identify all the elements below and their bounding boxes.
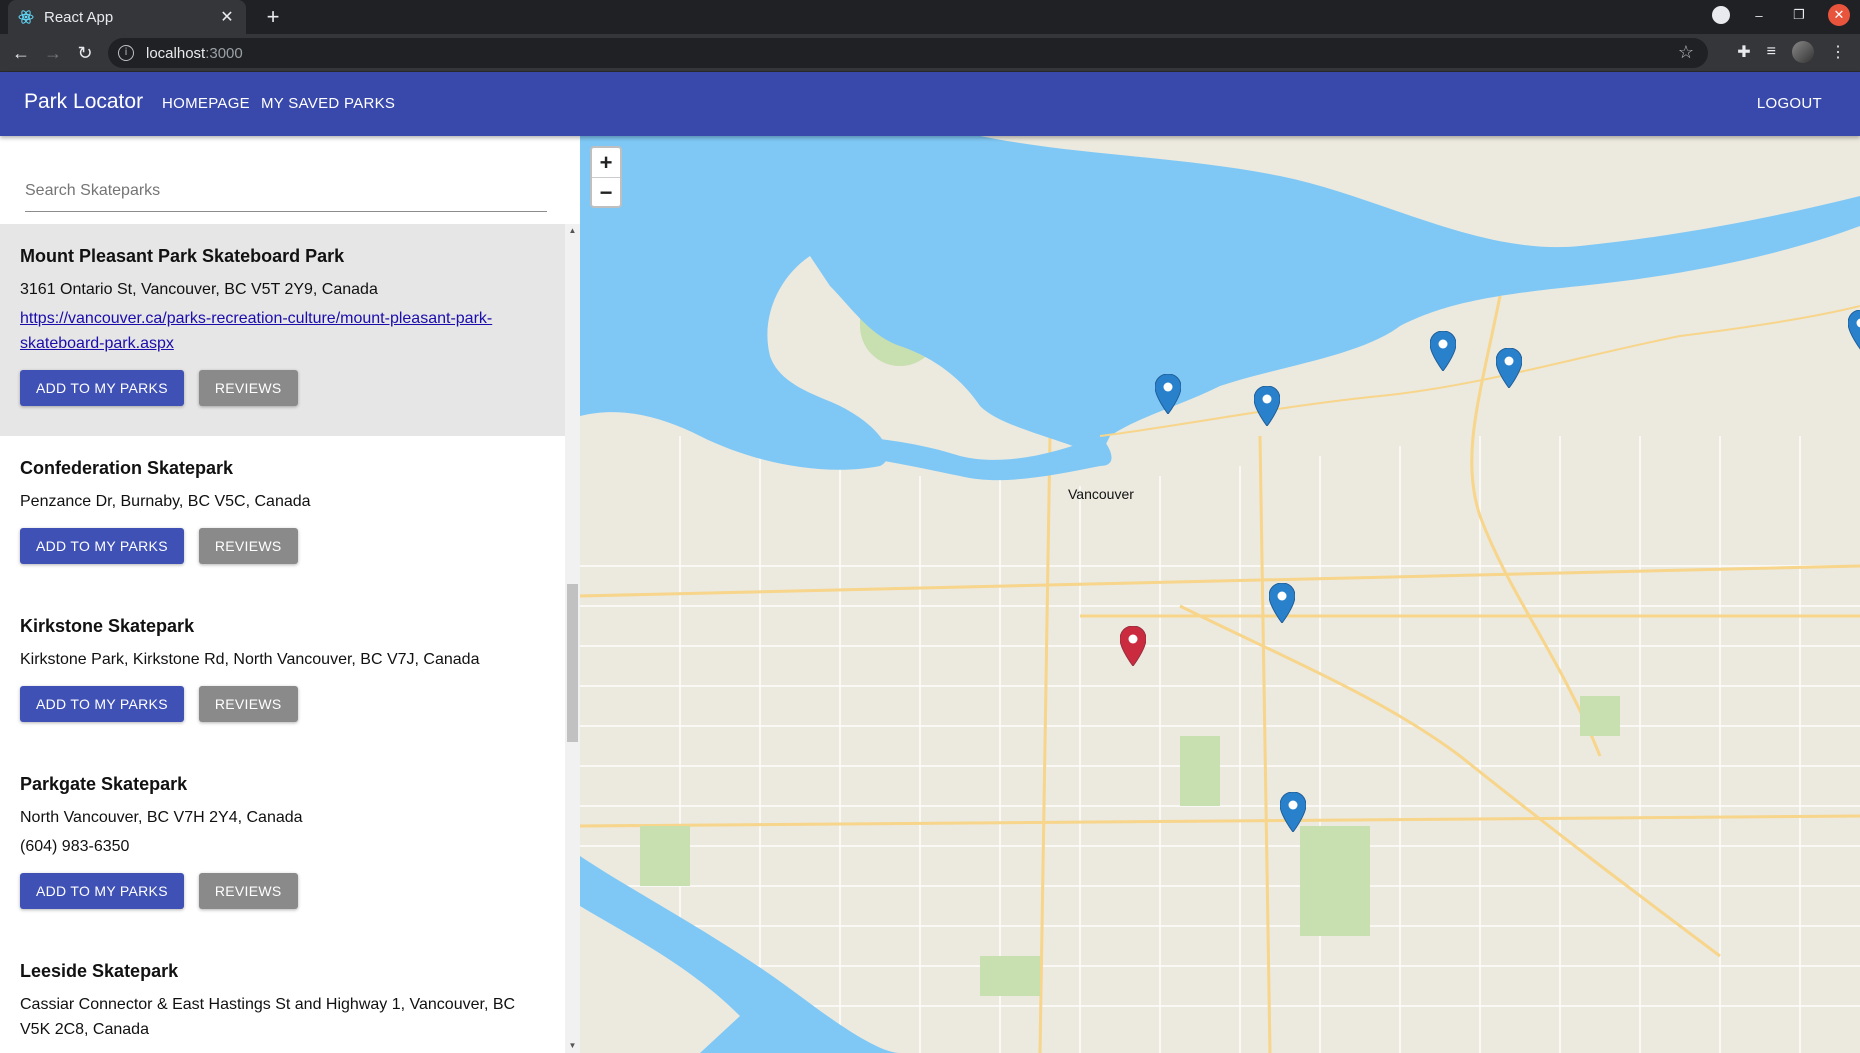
forward-icon[interactable]: → xyxy=(42,42,64,64)
reviews-button[interactable]: REVIEWS xyxy=(198,873,298,909)
close-tab-icon[interactable]: ✕ xyxy=(218,7,236,27)
map[interactable]: Vancouver + − xyxy=(580,136,1860,1053)
nav-my-saved-parks[interactable]: MY SAVED PARKS xyxy=(261,95,395,112)
park-name: Parkgate Skatepark xyxy=(20,774,188,794)
zoom-control: + − xyxy=(590,146,622,208)
react-icon xyxy=(18,9,34,25)
list-scrollbar[interactable]: ▲ ▼ xyxy=(565,224,580,1053)
map-tiles xyxy=(580,136,1860,1053)
park-list-item[interactable]: Mount Pleasant Park Skateboard Park 3161… xyxy=(0,224,565,436)
park-list-item[interactable]: Confederation Skatepark Penzance Dr, Bur… xyxy=(0,436,565,594)
tab-search-icon[interactable] xyxy=(1712,6,1730,24)
map-marker-blue[interactable] xyxy=(1254,386,1280,426)
map-marker-blue[interactable] xyxy=(1848,310,1860,350)
map-marker-red-selected[interactable] xyxy=(1120,626,1146,666)
park-list[interactable]: Mount Pleasant Park Skateboard Park 3161… xyxy=(0,224,565,1053)
browser-toolbar: ← → ↻ i localhost:3000 ☆ ✚ ≡ ⋮ xyxy=(0,34,1860,72)
park-name: Kirkstone Skatepark xyxy=(20,616,195,636)
extension-icons: ✚ ≡ ⋮ xyxy=(1737,41,1846,63)
scroll-down-icon[interactable]: ▼ xyxy=(565,1039,580,1053)
new-tab-icon[interactable]: + xyxy=(260,4,286,30)
zoom-out-button[interactable]: − xyxy=(592,177,620,206)
park-address: Kirkstone Park, Kirkstone Rd, North Vanc… xyxy=(20,651,480,668)
map-city-label: Vancouver xyxy=(1068,486,1134,502)
map-marker-blue[interactable] xyxy=(1430,331,1456,371)
address-bar[interactable]: i localhost:3000 ☆ xyxy=(108,38,1708,68)
add-to-my-parks-button[interactable]: ADD TO MY PARKS xyxy=(20,686,184,722)
tab-title: React App xyxy=(44,8,114,26)
logout-button[interactable]: LOGOUT xyxy=(1757,95,1822,112)
map-marker-blue[interactable] xyxy=(1496,348,1522,388)
scroll-thumb[interactable] xyxy=(567,584,578,742)
reload-icon[interactable]: ↻ xyxy=(74,42,96,64)
minimize-icon[interactable]: – xyxy=(1748,4,1770,26)
reviews-button[interactable]: REVIEWS xyxy=(198,370,298,406)
extensions-icon[interactable]: ✚ xyxy=(1737,42,1750,62)
add-to-my-parks-button[interactable]: ADD TO MY PARKS xyxy=(20,873,184,909)
add-to-my-parks-button[interactable]: ADD TO MY PARKS xyxy=(20,528,184,564)
park-list-item[interactable]: Leeside Skatepark Cassiar Connector & Ea… xyxy=(0,939,565,1053)
reviews-button[interactable]: REVIEWS xyxy=(198,528,298,564)
park-list-item[interactable]: Parkgate Skatepark North Vancouver, BC V… xyxy=(0,752,565,939)
add-to-my-parks-button[interactable]: ADD TO MY PARKS xyxy=(20,370,184,406)
profile-avatar[interactable] xyxy=(1792,41,1814,63)
browser-tab[interactable]: React App ✕ xyxy=(8,0,246,34)
browser-menu-icon[interactable]: ⋮ xyxy=(1830,42,1846,62)
bookmark-star-icon[interactable]: ☆ xyxy=(1678,42,1694,63)
park-list-item[interactable]: Kirkstone Skatepark Kirkstone Park, Kirk… xyxy=(0,594,565,752)
nav-homepage[interactable]: HOMEPAGE xyxy=(162,95,250,112)
url-host: localhost xyxy=(146,44,206,62)
app-bar: Park Locator HOMEPAGE MY SAVED PARKS LOG… xyxy=(0,72,1860,136)
park-name: Leeside Skatepark xyxy=(20,961,179,981)
restore-icon[interactable]: ❐ xyxy=(1788,4,1810,26)
map-marker-blue[interactable] xyxy=(1269,583,1295,623)
map-marker-blue[interactable] xyxy=(1280,792,1306,832)
scroll-up-icon[interactable]: ▲ xyxy=(565,224,580,238)
park-name: Mount Pleasant Park Skateboard Park xyxy=(20,246,345,266)
media-control-icon[interactable]: ≡ xyxy=(1767,43,1776,61)
browser-tab-bar: React App ✕ + – ❐ ✕ xyxy=(0,0,1860,34)
url-port: :3000 xyxy=(205,44,243,62)
park-address: Penzance Dr, Burnaby, BC V5C, Canada xyxy=(20,493,311,510)
park-address: Cassiar Connector & East Hastings St and… xyxy=(20,996,516,1038)
back-icon[interactable]: ← xyxy=(10,42,32,64)
zoom-in-button[interactable]: + xyxy=(592,148,620,177)
park-phone: (604) 983-6350 xyxy=(20,838,130,855)
map-marker-blue[interactable] xyxy=(1155,374,1181,414)
sidebar: Mount Pleasant Park Skateboard Park 3161… xyxy=(0,136,580,1053)
window-close-icon[interactable]: ✕ xyxy=(1828,4,1850,26)
park-name: Confederation Skatepark xyxy=(20,458,234,478)
app-brand[interactable]: Park Locator xyxy=(24,90,143,114)
reviews-button[interactable]: REVIEWS xyxy=(198,686,298,722)
search-field xyxy=(25,176,547,212)
park-website-link[interactable]: https://vancouver.ca/parks-recreation-cu… xyxy=(20,306,520,356)
park-address: North Vancouver, BC V7H 2Y4, Canada xyxy=(20,809,303,826)
site-info-icon[interactable]: i xyxy=(118,45,134,61)
search-input[interactable] xyxy=(25,176,547,206)
park-address: 3161 Ontario St, Vancouver, BC V5T 2Y9, … xyxy=(20,281,378,298)
window-controls: – ❐ ✕ xyxy=(1712,4,1850,26)
